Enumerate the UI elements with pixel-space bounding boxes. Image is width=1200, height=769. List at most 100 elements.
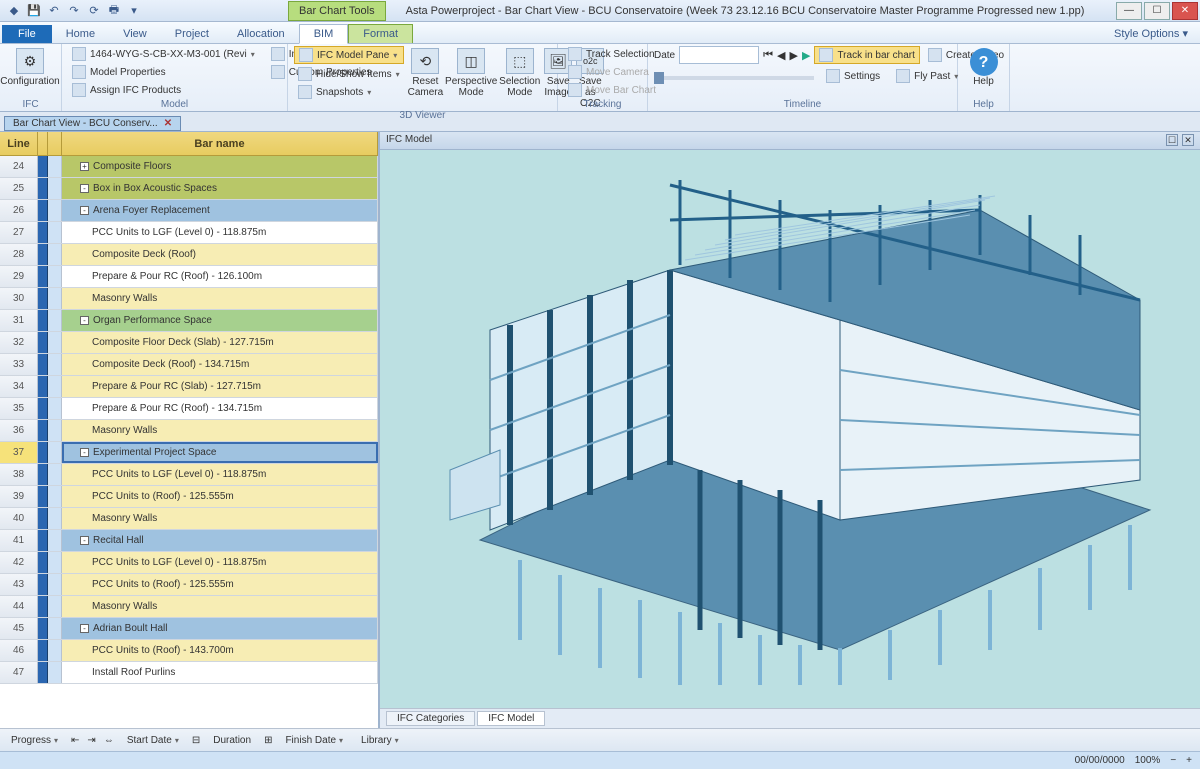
zoom-out-icon[interactable]: − — [1170, 755, 1176, 766]
settings-button[interactable]: Settings — [822, 68, 884, 84]
assign-ifc-button[interactable]: Assign IFC Products — [68, 82, 259, 98]
zoom-in-icon[interactable]: + — [1186, 755, 1192, 766]
print-icon[interactable]: 🖶 — [106, 3, 122, 19]
status-prev-icon[interactable]: ⇤ — [71, 735, 79, 746]
timeline-prev-icon[interactable]: ◀ — [777, 49, 785, 62]
date-input[interactable] — [679, 46, 759, 64]
task-row[interactable]: 47Install Roof Purlins — [0, 662, 378, 684]
reset-camera-button[interactable]: ⟲Reset Camera — [408, 46, 444, 98]
task-row[interactable]: 24+Composite Floors — [0, 156, 378, 178]
refresh-icon[interactable]: ⟳ — [86, 3, 102, 19]
task-row[interactable]: 37-Experimental Project Space — [0, 442, 378, 464]
tab-view[interactable]: View — [109, 25, 161, 43]
task-row[interactable]: 33Composite Deck (Roof) - 134.715m — [0, 354, 378, 376]
track-selection-button[interactable]: Track Selection — [564, 46, 660, 62]
task-name-cell[interactable]: Prepare & Pour RC (Roof) - 126.100m — [62, 266, 378, 287]
task-name-cell[interactable]: Masonry Walls — [62, 420, 378, 441]
task-name-cell[interactable]: -Experimental Project Space — [62, 442, 378, 463]
task-name-cell[interactable]: Composite Deck (Roof) - 134.715m — [62, 354, 378, 375]
task-name-cell[interactable]: Prepare & Pour RC (Roof) - 134.715m — [62, 398, 378, 419]
status-finish-icon[interactable]: ⊞ — [264, 735, 272, 746]
maximize-button[interactable]: ☐ — [1144, 2, 1170, 20]
task-name-cell[interactable]: Composite Deck (Roof) — [62, 244, 378, 265]
ifc-model-pane-button[interactable]: IFC Model Pane — [294, 46, 404, 64]
tab-format[interactable]: Format — [348, 24, 413, 43]
fly-past-button[interactable]: Fly Past — [892, 68, 962, 84]
task-row[interactable]: 40Masonry Walls — [0, 508, 378, 530]
task-name-cell[interactable]: PCC Units to (Roof) - 143.700m — [62, 640, 378, 661]
column-bar-name[interactable]: Bar name — [62, 132, 378, 155]
timeline-next-icon[interactable]: ▶ — [790, 49, 798, 62]
task-row[interactable]: 32Composite Floor Deck (Slab) - 127.715m — [0, 332, 378, 354]
panel-close-icon[interactable]: ✕ — [1182, 134, 1194, 146]
task-name-cell[interactable]: -Organ Performance Space — [62, 310, 378, 331]
status-duration-icon[interactable]: ⊟ — [192, 735, 200, 746]
selection-mode-button[interactable]: ⬚Selection Mode — [499, 46, 540, 98]
undo-icon[interactable]: ↶ — [46, 3, 62, 19]
qat-more-icon[interactable]: ▾ — [126, 3, 142, 19]
task-row[interactable]: 34Prepare & Pour RC (Slab) - 127.715m — [0, 376, 378, 398]
task-row[interactable]: 36Masonry Walls — [0, 420, 378, 442]
save-icon[interactable]: 💾 — [26, 3, 42, 19]
model-properties-button[interactable]: Model Properties — [68, 64, 259, 80]
task-row[interactable]: 28Composite Deck (Roof) — [0, 244, 378, 266]
task-row[interactable]: 25-Box in Box Acoustic Spaces — [0, 178, 378, 200]
document-tab[interactable]: Bar Chart View - BCU Conserv... ✕ — [4, 116, 181, 131]
task-row[interactable]: 45-Adrian Boult Hall — [0, 618, 378, 640]
task-name-cell[interactable]: -Recital Hall — [62, 530, 378, 551]
task-row[interactable]: 29Prepare & Pour RC (Roof) - 126.100m — [0, 266, 378, 288]
expand-toggle[interactable]: - — [80, 316, 89, 325]
task-name-cell[interactable]: Masonry Walls — [62, 288, 378, 309]
task-name-cell[interactable]: -Box in Box Acoustic Spaces — [62, 178, 378, 199]
panel-maximize-icon[interactable]: ☐ — [1166, 134, 1178, 146]
task-row[interactable]: 27PCC Units to LGF (Level 0) - 118.875m — [0, 222, 378, 244]
task-row[interactable]: 44Masonry Walls — [0, 596, 378, 618]
task-name-cell[interactable]: Install Roof Purlins — [62, 662, 378, 683]
snapshots-button[interactable]: Snapshots — [294, 84, 404, 100]
minimize-button[interactable]: — — [1116, 2, 1142, 20]
task-name-cell[interactable]: PCC Units to LGF (Level 0) - 118.875m — [62, 552, 378, 573]
status-start-date[interactable]: Start Date — [122, 734, 184, 747]
model-dropdown[interactable]: 1464-WYG-S-CB-XX-M3-001 (Revi — [68, 46, 259, 62]
redo-icon[interactable]: ↷ — [66, 3, 82, 19]
tab-ifc-categories[interactable]: IFC Categories — [386, 711, 475, 726]
tab-bim[interactable]: BIM — [299, 24, 349, 44]
task-name-cell[interactable]: -Adrian Boult Hall — [62, 618, 378, 639]
app-icon[interactable]: ◆ — [6, 3, 22, 19]
task-row[interactable]: 43PCC Units to (Roof) - 125.555m — [0, 574, 378, 596]
task-name-cell[interactable]: Composite Floor Deck (Slab) - 127.715m — [62, 332, 378, 353]
status-progress[interactable]: Progress — [6, 734, 63, 747]
task-name-cell[interactable]: +Composite Floors — [62, 156, 378, 177]
task-name-cell[interactable]: PCC Units to (Roof) - 125.555m — [62, 574, 378, 595]
timeline-first-icon[interactable]: ⏮ — [763, 49, 773, 62]
task-row[interactable]: 31-Organ Performance Space — [0, 310, 378, 332]
task-row[interactable]: 26-Arena Foyer Replacement — [0, 200, 378, 222]
expand-toggle[interactable]: + — [80, 162, 89, 171]
task-name-cell[interactable]: PCC Units to LGF (Level 0) - 118.875m — [62, 464, 378, 485]
task-rows[interactable]: 24+Composite Floors25-Box in Box Acousti… — [0, 156, 378, 728]
task-row[interactable]: 39PCC Units to (Roof) - 125.555m — [0, 486, 378, 508]
configuration-button[interactable]: ⚙Configuration — [6, 46, 54, 87]
column-line[interactable]: Line — [0, 132, 38, 155]
task-row[interactable]: 46PCC Units to (Roof) - 143.700m — [0, 640, 378, 662]
task-row[interactable]: 38PCC Units to LGF (Level 0) - 118.875m — [0, 464, 378, 486]
task-name-cell[interactable]: PCC Units to (Roof) - 125.555m — [62, 486, 378, 507]
task-row[interactable]: 41-Recital Hall — [0, 530, 378, 552]
task-row[interactable]: 30Masonry Walls — [0, 288, 378, 310]
timeline-play-icon[interactable]: ▶ — [802, 49, 810, 62]
hide-show-button[interactable]: Hide/Show Items — [294, 66, 404, 82]
timeline-slider[interactable] — [654, 76, 814, 80]
task-row[interactable]: 35Prepare & Pour RC (Roof) - 134.715m — [0, 398, 378, 420]
task-row[interactable]: 42PCC Units to LGF (Level 0) - 118.875m — [0, 552, 378, 574]
task-name-cell[interactable]: -Arena Foyer Replacement — [62, 200, 378, 221]
status-link-icon[interactable]: ⇔ — [104, 735, 114, 746]
expand-toggle[interactable]: - — [80, 184, 89, 193]
status-duration[interactable]: Duration — [208, 734, 256, 747]
status-next-icon[interactable]: ⇥ — [87, 735, 95, 746]
task-name-cell[interactable]: Prepare & Pour RC (Slab) - 127.715m — [62, 376, 378, 397]
tab-ifc-model[interactable]: IFC Model — [477, 711, 545, 726]
tab-home[interactable]: Home — [52, 25, 109, 43]
task-name-cell[interactable]: Masonry Walls — [62, 596, 378, 617]
close-button[interactable]: ✕ — [1172, 2, 1198, 20]
tab-project[interactable]: Project — [161, 25, 223, 43]
